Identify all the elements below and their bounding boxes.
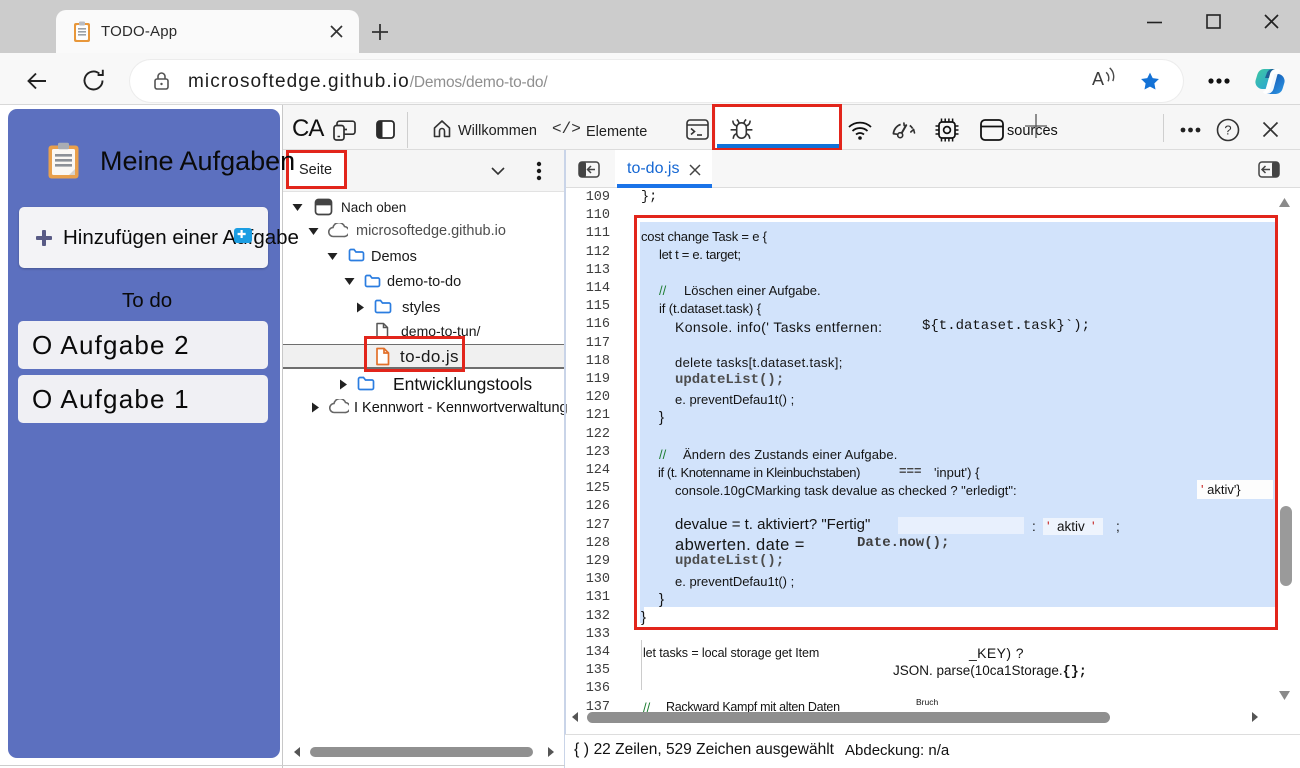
svg-text:?: ? (1224, 123, 1231, 138)
